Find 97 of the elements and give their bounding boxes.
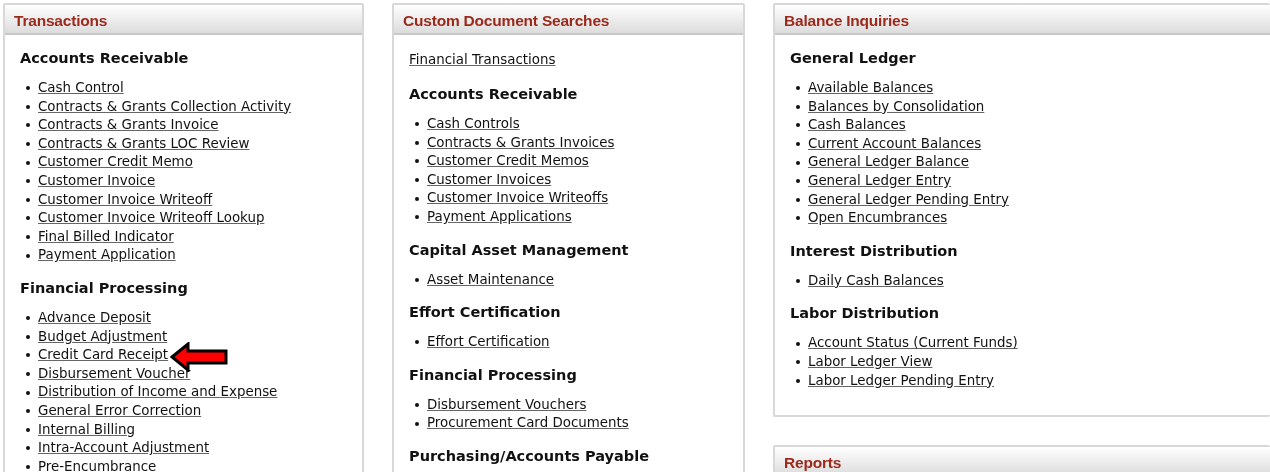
panel-title: Custom Document Searches xyxy=(403,12,610,29)
bullet-icon xyxy=(415,421,419,426)
link[interactable]: Customer Credit Memo xyxy=(38,153,193,172)
bullet-icon xyxy=(26,104,30,109)
bullet-icon xyxy=(26,334,30,339)
section-heading: Labor Distribution xyxy=(790,304,941,324)
bullet-icon xyxy=(26,353,30,358)
link[interactable]: Labor Ledger View xyxy=(808,352,933,372)
link[interactable]: Current Account Balances xyxy=(808,134,982,154)
bullet-icon xyxy=(26,427,30,432)
bullet-icon xyxy=(415,196,419,201)
bullet-icon xyxy=(26,465,30,469)
link[interactable]: Cash Control xyxy=(38,79,124,98)
bullet-icon xyxy=(26,316,30,321)
link[interactable]: Contracts & Grants LOC Review xyxy=(38,134,250,154)
section-heading: Capital Asset Management xyxy=(409,240,630,260)
link[interactable]: Cash Balances xyxy=(808,116,906,135)
bullet-icon xyxy=(796,123,800,128)
section-heading: Financial Processing xyxy=(409,365,578,385)
link[interactable]: General Ledger Balance xyxy=(808,153,969,172)
link[interactable]: Internal Billing xyxy=(38,420,135,440)
bullet-icon xyxy=(415,122,419,127)
link[interactable]: Account Status (Current Funds) xyxy=(808,334,1018,353)
bullet-icon xyxy=(26,160,30,165)
bullet-icon xyxy=(796,160,800,165)
link[interactable]: Payment Application xyxy=(38,246,176,265)
link[interactable]: General Ledger Pending Entry xyxy=(808,190,1009,210)
bullet-icon xyxy=(415,159,419,164)
section-heading: Accounts Receivable xyxy=(409,85,579,104)
bullet-icon xyxy=(796,279,800,284)
bullet-icon xyxy=(26,86,30,91)
link[interactable]: Advance Deposit xyxy=(38,308,152,328)
link[interactable]: Contracts & Grants Invoice xyxy=(38,116,219,135)
link[interactable]: Customer Invoices xyxy=(427,170,552,190)
link[interactable]: Customer Invoice Writeoff Lookup xyxy=(38,209,265,228)
panel-title: Transactions xyxy=(14,12,108,29)
bullet-icon xyxy=(796,142,800,147)
link[interactable]: Customer Credit Memos xyxy=(427,152,589,171)
bullet-icon xyxy=(26,142,30,147)
link[interactable]: General Error Correction xyxy=(38,401,202,421)
link[interactable]: Disbursement Voucher xyxy=(38,364,191,384)
bullet-icon xyxy=(26,390,30,395)
link[interactable]: Contracts & Grants Collection Activity xyxy=(38,97,292,117)
bullet-icon xyxy=(415,140,419,145)
bullet-icon xyxy=(415,178,419,183)
bullet-icon xyxy=(415,277,419,282)
section-heading: General Ledger xyxy=(790,49,917,68)
bullet-icon xyxy=(26,216,30,221)
bullet-icon xyxy=(26,253,30,258)
bullet-icon xyxy=(796,179,800,184)
bullet-icon xyxy=(796,216,800,221)
link[interactable]: Cash Controls xyxy=(427,115,520,134)
panel-title: Balance Inquiries xyxy=(784,12,909,29)
link[interactable]: Budget Adjustment xyxy=(38,327,168,347)
section-heading: Financial Processing xyxy=(20,278,189,298)
link[interactable]: Labor Ledger Pending Entry xyxy=(808,371,994,391)
link[interactable]: Financial Transactions xyxy=(409,49,556,71)
bullet-icon xyxy=(26,235,30,240)
link[interactable]: Asset Maintenance xyxy=(427,270,555,290)
link[interactable]: Balances by Consolidation xyxy=(808,97,985,117)
link[interactable]: Daily Cash Balances xyxy=(808,271,944,291)
link[interactable]: Effort Certification xyxy=(427,333,550,352)
link[interactable]: Customer Invoice Writeoffs xyxy=(427,189,609,208)
bullet-icon xyxy=(796,86,800,91)
link[interactable]: Customer Invoice Writeoff xyxy=(38,190,213,210)
bullet-icon xyxy=(796,197,800,202)
link[interactable]: Disbursement Vouchers xyxy=(427,395,587,415)
section-heading: Purchasing/Accounts Payable xyxy=(409,446,651,466)
bullet-icon xyxy=(796,378,800,383)
section-heading: Accounts Receivable xyxy=(20,49,190,68)
bullet-icon xyxy=(796,104,800,109)
link[interactable]: Payment Applications xyxy=(427,207,572,227)
bullet-icon xyxy=(26,372,30,376)
link[interactable]: Customer Invoice xyxy=(38,171,156,191)
bullet-icon xyxy=(26,123,30,128)
link[interactable]: Pre-Encumbrance xyxy=(38,457,157,472)
link[interactable]: Open Encumbrances xyxy=(808,209,948,228)
link[interactable]: Credit Card Receipt xyxy=(38,346,169,365)
bullet-icon xyxy=(26,179,30,184)
panel-title: Reports xyxy=(784,454,842,472)
link[interactable]: General Ledger Entry xyxy=(808,171,952,191)
link[interactable]: Intra-Account Adjustment xyxy=(38,439,210,458)
bullet-icon xyxy=(415,340,419,345)
bullet-icon xyxy=(26,197,30,202)
link[interactable]: Final Billed Indicator xyxy=(38,227,174,247)
bullet-icon xyxy=(415,215,419,220)
section-heading: Effort Certification xyxy=(409,303,562,323)
link[interactable]: Procurement Card Documents xyxy=(427,414,629,433)
bullet-icon xyxy=(415,403,419,408)
bullet-icon xyxy=(26,446,30,451)
bullet-icon xyxy=(796,360,800,365)
bullet-icon xyxy=(26,409,30,414)
section-heading: Interest Distribution xyxy=(790,241,959,261)
link[interactable]: Contracts & Grants Invoices xyxy=(427,133,615,153)
bullet-icon xyxy=(796,341,800,346)
link[interactable]: Distribution of Income and Expense xyxy=(38,383,278,402)
link[interactable]: Available Balances xyxy=(808,79,934,98)
